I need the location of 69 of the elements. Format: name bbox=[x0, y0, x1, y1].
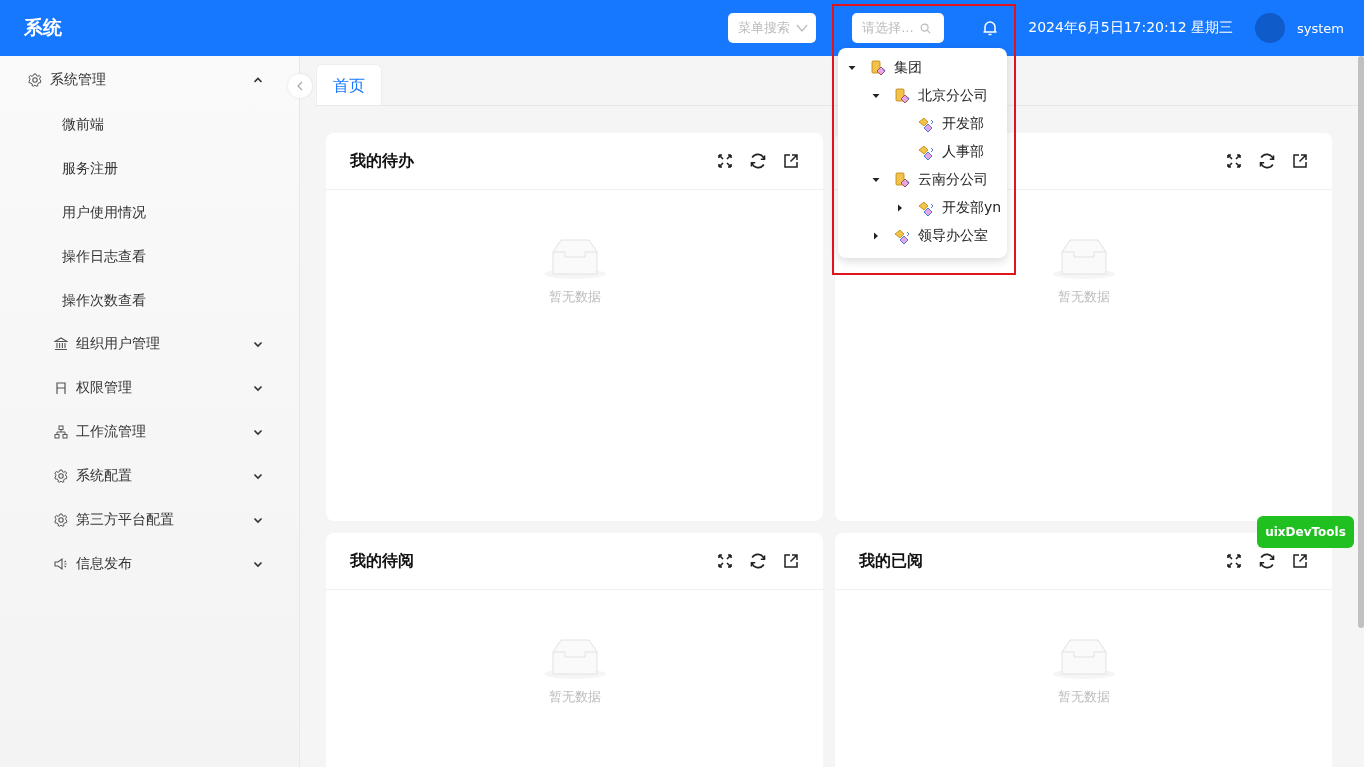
caret-down-icon[interactable] bbox=[848, 64, 856, 72]
sidebar-submenu-item[interactable]: 操作次数查看 bbox=[0, 278, 283, 322]
external-link-icon[interactable] bbox=[1292, 553, 1308, 569]
building-stack-icon bbox=[894, 171, 912, 189]
sidebar-menu-item[interactable]: 信息发布 bbox=[0, 542, 283, 586]
tree-node[interactable]: 云南分公司 bbox=[838, 166, 1007, 194]
tree-node[interactable]: 人事部 bbox=[838, 138, 1007, 166]
chevron-down-icon bbox=[796, 22, 809, 34]
external-link-icon[interactable] bbox=[1292, 153, 1308, 169]
sidebar-submenu-item[interactable]: 操作日志查看 bbox=[0, 234, 283, 278]
refresh-icon[interactable] bbox=[749, 152, 767, 170]
tree-node[interactable]: 集团 bbox=[838, 54, 1007, 82]
empty-text: 暂无数据 bbox=[548, 288, 601, 306]
tree-node[interactable]: 领导办公室 bbox=[838, 222, 1007, 250]
empty-inbox-icon bbox=[542, 638, 607, 680]
tree-node[interactable]: 开发部 bbox=[838, 110, 1007, 138]
card-title: 我的待阅 bbox=[350, 550, 414, 572]
external-link-icon[interactable] bbox=[783, 553, 799, 569]
sidebar-menu-item[interactable]: 权限管理 bbox=[0, 366, 283, 410]
sidebar-submenu-item[interactable]: 微前端 bbox=[0, 102, 283, 146]
empty-inbox-icon bbox=[542, 238, 607, 280]
refresh-icon[interactable] bbox=[1258, 152, 1276, 170]
empty-text: 暂无数据 bbox=[1057, 288, 1110, 306]
sidebar-submenu-item[interactable]: 用户使用情况 bbox=[0, 190, 283, 234]
tree-node[interactable]: 北京分公司 bbox=[838, 82, 1007, 110]
diamond-group-icon bbox=[918, 115, 936, 133]
user-name[interactable]: system bbox=[1297, 20, 1344, 36]
empty-inbox-icon bbox=[1051, 638, 1116, 680]
sidebar-menu-item[interactable]: 系统管理 bbox=[0, 58, 283, 102]
search-icon bbox=[919, 22, 931, 34]
chevron-left-icon bbox=[296, 81, 304, 91]
datetime-text: 2024年6月5日17:20:12 星期三 bbox=[1028, 19, 1233, 37]
refresh-icon[interactable] bbox=[1258, 552, 1276, 570]
card-title: 我的待办 bbox=[350, 150, 414, 172]
sidebar-submenu-item[interactable]: 服务注册 bbox=[0, 146, 283, 190]
refresh-icon[interactable] bbox=[749, 552, 767, 570]
building-stack-icon bbox=[870, 59, 888, 77]
bell-icon[interactable] bbox=[982, 19, 999, 37]
card-title: 我的已阅 bbox=[859, 550, 923, 572]
empty-text: 暂无数据 bbox=[1057, 688, 1110, 706]
hierarchy-icon bbox=[54, 425, 68, 439]
gear-icon bbox=[54, 469, 68, 483]
gear-icon bbox=[54, 513, 68, 527]
tab[interactable]: 首页 bbox=[316, 64, 382, 105]
gear-icon bbox=[28, 73, 42, 87]
sidebar-menu-item[interactable]: 组织用户管理 bbox=[0, 322, 283, 366]
diamond-group-icon bbox=[894, 227, 912, 245]
diamond-group-icon bbox=[918, 143, 936, 161]
sidebar-menu-item[interactable]: 第三方平台配置 bbox=[0, 498, 283, 542]
fullscreen-icon[interactable] bbox=[1226, 553, 1242, 569]
caret-right-icon[interactable] bbox=[896, 204, 904, 212]
caret-down-icon[interactable] bbox=[872, 92, 880, 100]
caret-right-icon[interactable] bbox=[872, 232, 880, 240]
speaker-icon bbox=[54, 557, 68, 571]
building-stack-icon bbox=[894, 87, 912, 105]
sidebar-menu-item[interactable]: 系统配置 bbox=[0, 454, 283, 498]
sidebar-menu-item[interactable]: 工作流管理 bbox=[0, 410, 283, 454]
bank-icon bbox=[54, 337, 68, 351]
door-icon bbox=[54, 381, 68, 395]
app-title: 系统 bbox=[24, 15, 62, 40]
fullscreen-icon[interactable] bbox=[1226, 153, 1242, 169]
empty-inbox-icon bbox=[1051, 238, 1116, 280]
external-link-icon[interactable] bbox=[783, 153, 799, 169]
tree-node[interactable]: 开发部yn bbox=[838, 194, 1007, 222]
empty-text: 暂无数据 bbox=[548, 688, 601, 706]
fullscreen-icon[interactable] bbox=[717, 553, 733, 569]
caret-down-icon[interactable] bbox=[872, 176, 880, 184]
diamond-group-icon bbox=[918, 199, 936, 217]
fullscreen-icon[interactable] bbox=[717, 153, 733, 169]
